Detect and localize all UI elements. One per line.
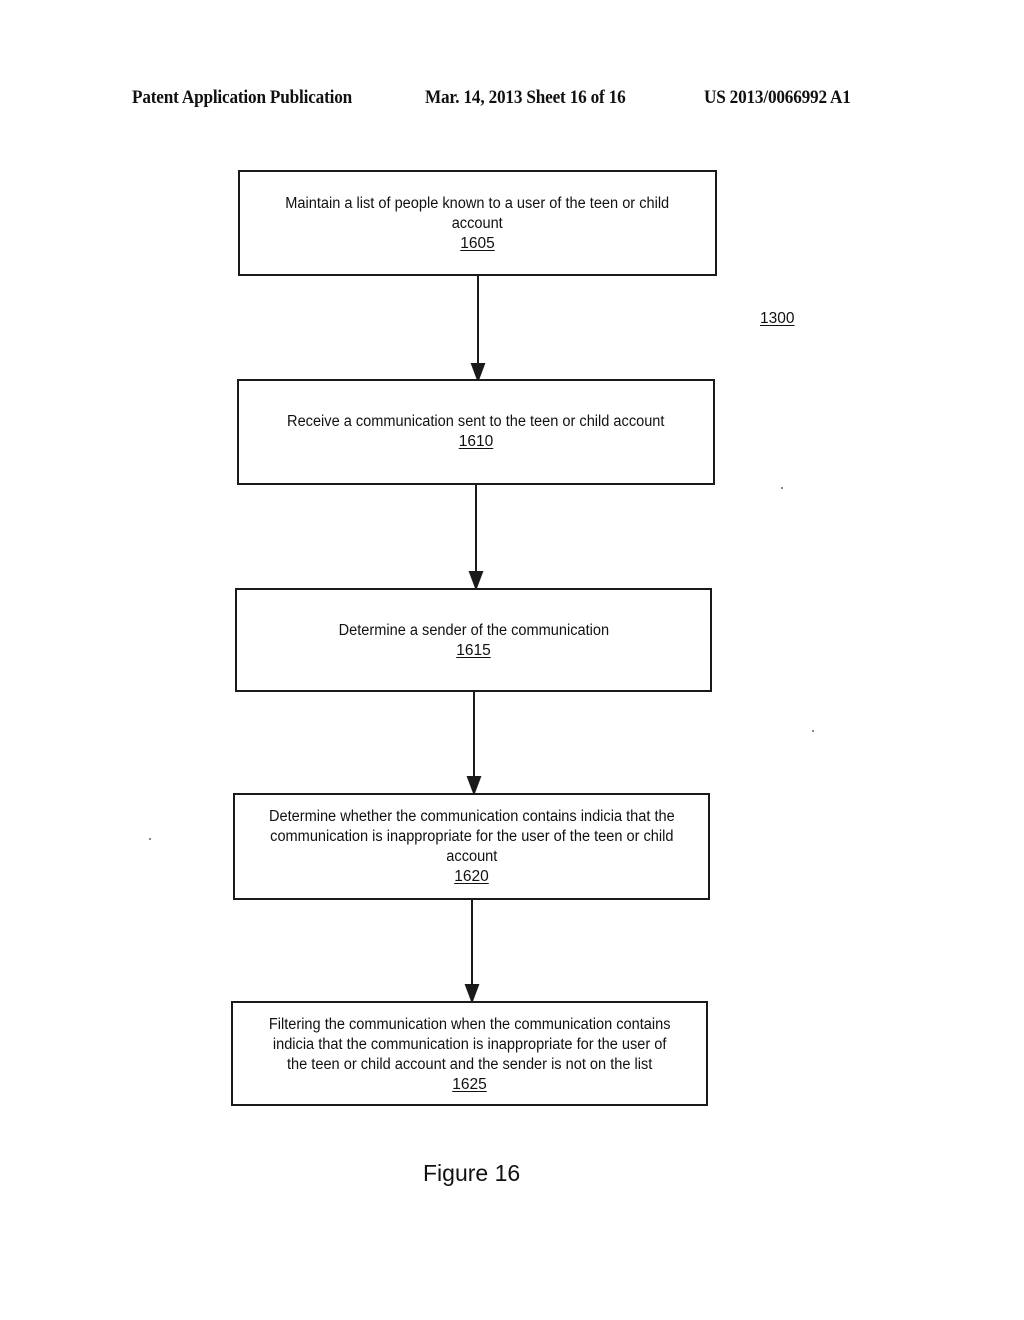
step-ref-number: 1615 xyxy=(456,642,491,659)
arrow-1605-1610 xyxy=(470,276,486,383)
step-text: Determine whether the communication cont… xyxy=(268,808,675,865)
step-box-1615: Determine a sender of the communication … xyxy=(235,588,712,692)
scan-speck xyxy=(149,838,151,840)
step-text: Maintain a list of people known to a use… xyxy=(285,195,670,232)
step-box-1610: Receive a communication sent to the teen… xyxy=(237,379,715,485)
date-sheet: Mar. 14, 2013 Sheet 16 of 16 xyxy=(424,88,626,108)
step-text: Receive a communication sent to the teen… xyxy=(287,413,665,430)
step-text: Filtering the communication when the com… xyxy=(268,1016,671,1073)
arrow-1620-1625 xyxy=(464,900,480,1004)
arrow-1615-1620 xyxy=(466,692,482,796)
step-ref-number: 1625 xyxy=(452,1076,487,1093)
scan-speck xyxy=(812,730,814,732)
step-box-1605: Maintain a list of people known to a use… xyxy=(238,170,717,276)
publication-title: Patent Application Publication xyxy=(132,88,353,108)
patent-number: US 2013/0066992 A1 xyxy=(703,88,851,108)
step-box-1625: Filtering the communication when the com… xyxy=(231,1001,708,1106)
diagram-reference-label: 1300 xyxy=(760,310,795,327)
arrow-1610-1615 xyxy=(468,485,484,591)
step-ref-number: 1610 xyxy=(458,433,494,450)
scan-speck xyxy=(781,487,783,489)
step-ref-number: 1620 xyxy=(454,868,489,885)
step-box-1620: Determine whether the communication cont… xyxy=(233,793,710,900)
step-text: Determine a sender of the communication xyxy=(338,622,609,639)
page-header: Patent Application Publication Mar. 14, … xyxy=(132,88,851,112)
step-ref-number: 1605 xyxy=(460,235,495,252)
figure-caption: Figure 16 xyxy=(423,1160,521,1186)
